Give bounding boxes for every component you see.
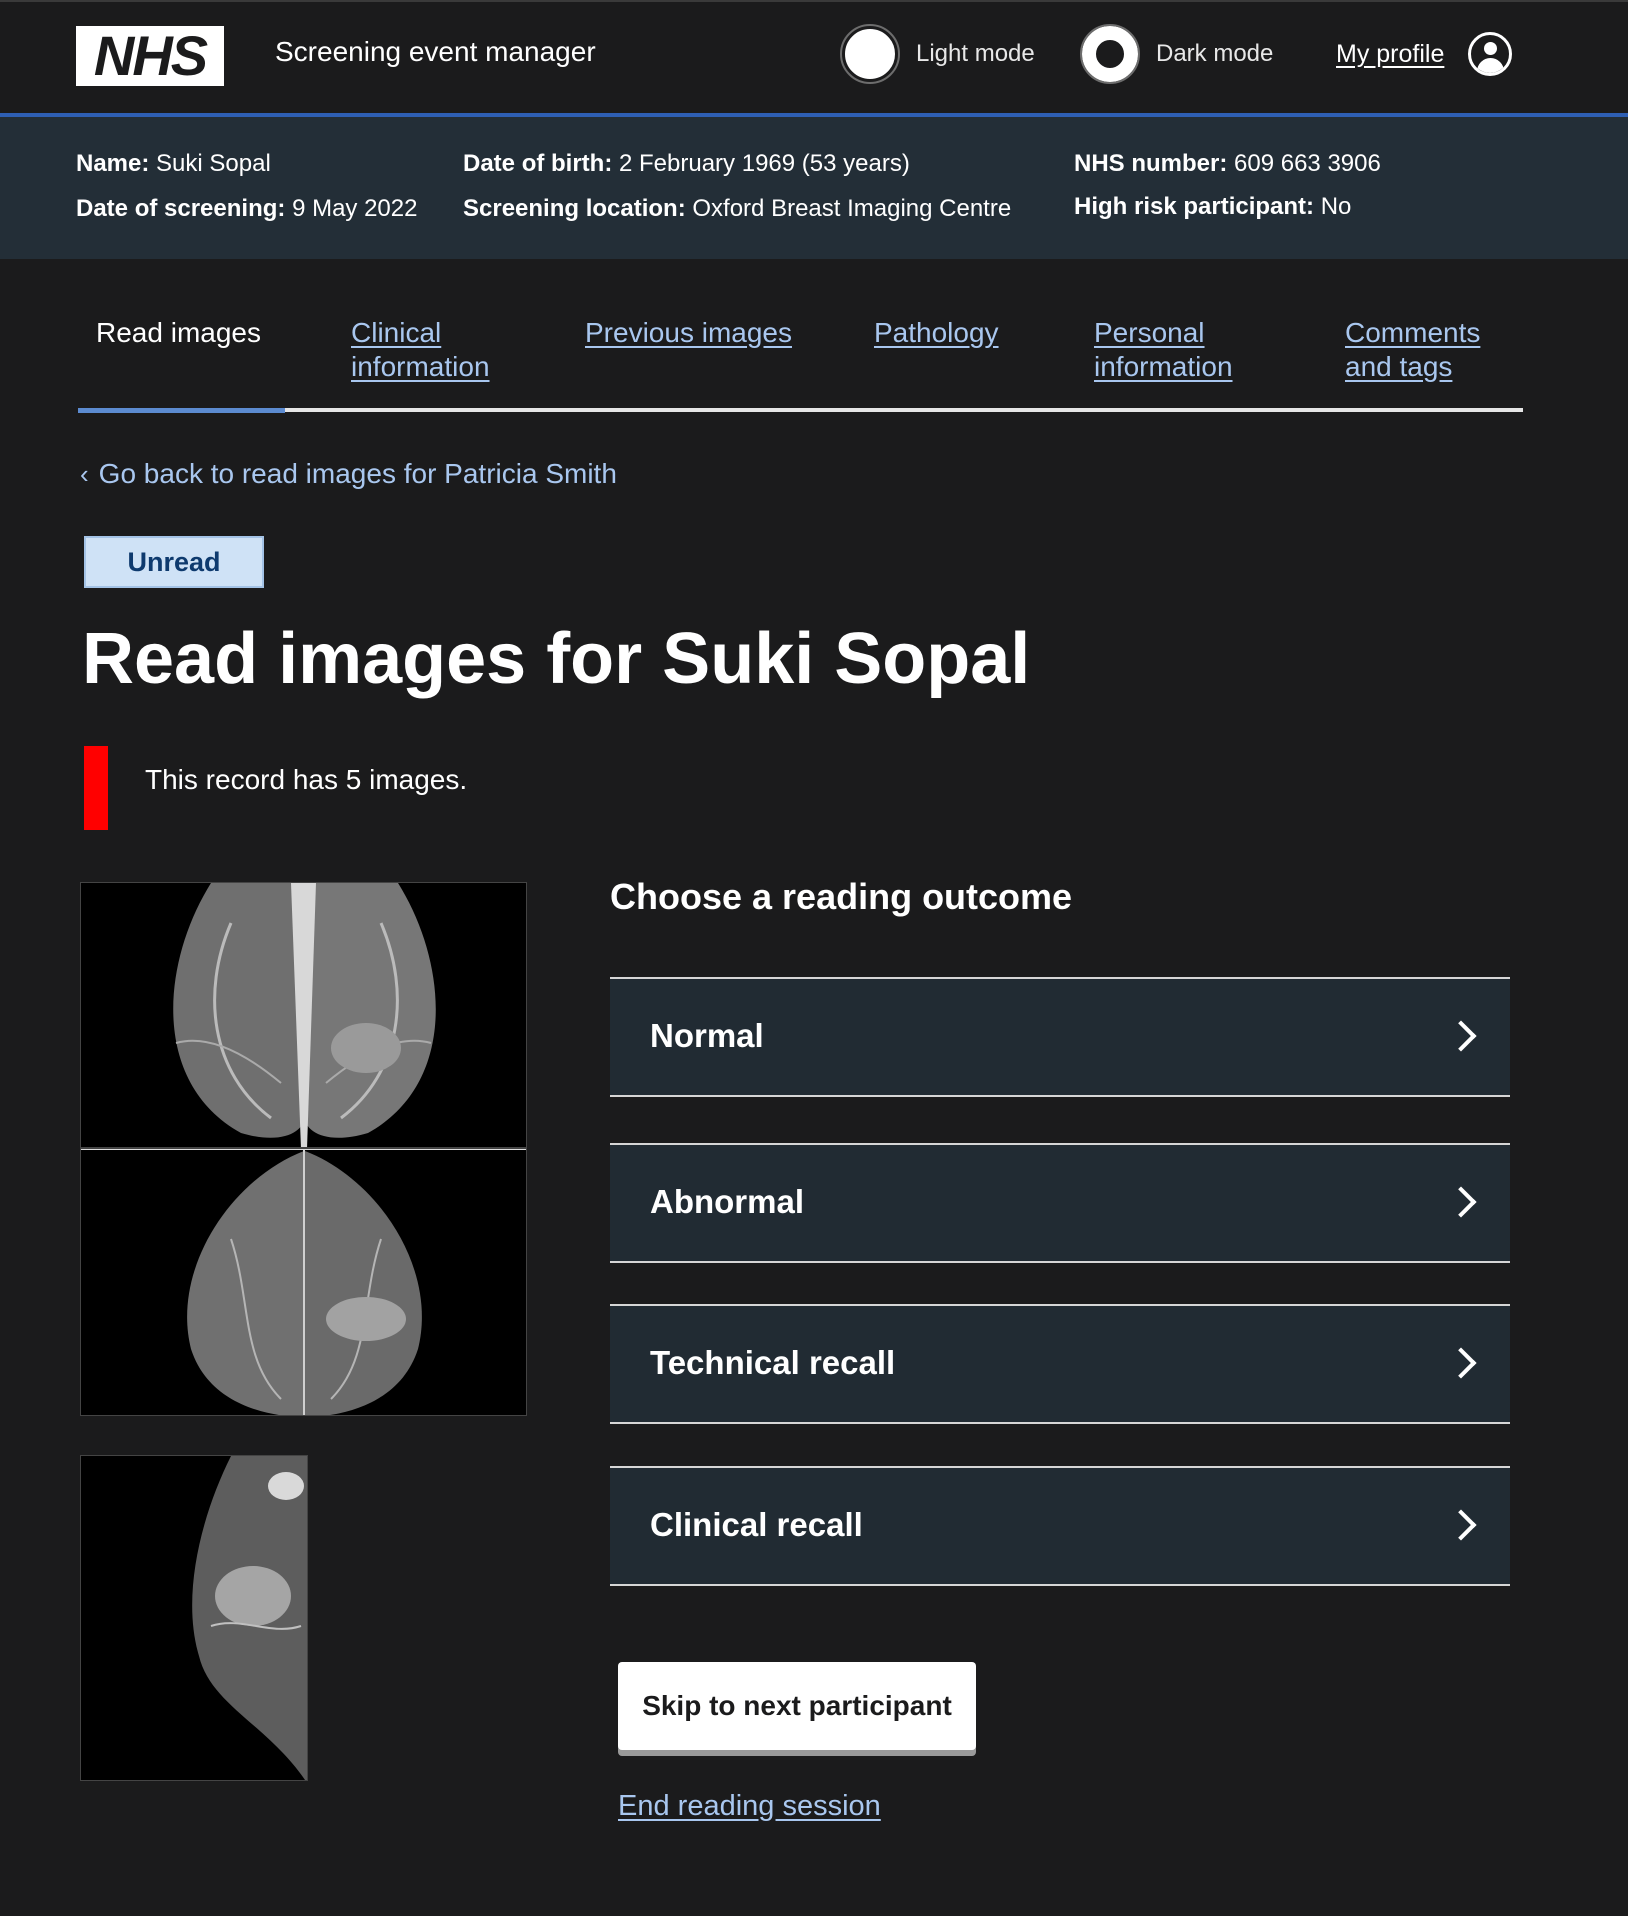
page-title: Read images for Suki Sopal bbox=[82, 619, 1031, 699]
chevron-left-icon: ‹ bbox=[80, 459, 89, 489]
tab-clinical-information[interactable]: Clinical information bbox=[351, 316, 490, 384]
tab-personal-information[interactable]: Personal information bbox=[1094, 316, 1233, 384]
outcome-label: Technical recall bbox=[650, 1344, 896, 1381]
nhs-logo[interactable]: NHS bbox=[76, 26, 224, 86]
back-link[interactable]: ‹ Go back to read images for Patricia Smi… bbox=[80, 458, 617, 490]
outcome-label: Clinical recall bbox=[650, 1506, 863, 1543]
screening-date: Date of screening: 9 May 2022 bbox=[76, 195, 418, 222]
outcome-label: Normal bbox=[650, 1017, 764, 1054]
dark-mode-toggle[interactable]: Dark mode bbox=[1080, 24, 1274, 84]
outcome-abnormal[interactable]: Abnormal bbox=[610, 1143, 1510, 1263]
chevron-right-icon bbox=[1445, 1020, 1477, 1052]
mammogram-image-cc-views[interactable] bbox=[80, 882, 527, 1148]
light-mode-label: Light mode bbox=[916, 40, 1035, 67]
chevron-right-icon bbox=[1445, 1347, 1477, 1379]
outcome-normal[interactable]: Normal bbox=[610, 977, 1510, 1097]
outcome-label: Abnormal bbox=[650, 1183, 805, 1220]
date-of-birth: Date of birth: 2 February 1969 (53 years… bbox=[463, 150, 910, 177]
dark-mode-label: Dark mode bbox=[1156, 40, 1274, 67]
site-header: NHS Screening event manager Light mode D… bbox=[0, 0, 1628, 117]
high-risk-participant: High risk participant: No bbox=[1074, 193, 1352, 220]
user-circle-icon[interactable] bbox=[1468, 32, 1512, 76]
outcome-clinical-recall[interactable]: Clinical recall bbox=[610, 1466, 1510, 1586]
status-badge: Unread bbox=[84, 536, 264, 588]
tab-comments-and-tags[interactable]: Comments and tags bbox=[1345, 316, 1480, 384]
tab-read-images[interactable]: Read images bbox=[96, 316, 261, 350]
end-reading-session-link[interactable]: End reading session bbox=[618, 1790, 881, 1823]
skip-participant-button[interactable]: Skip to next participant bbox=[618, 1662, 976, 1750]
tab-active-indicator bbox=[78, 408, 285, 413]
inset-text: This record has 5 images. bbox=[145, 764, 468, 795]
mammogram-image-single-view[interactable] bbox=[80, 1455, 308, 1781]
participant-banner: Name: Suki Sopal Date of screening: 9 Ma… bbox=[0, 117, 1628, 259]
my-profile-link[interactable]: My profile bbox=[1336, 40, 1444, 69]
outcome-technical-recall[interactable]: Technical recall bbox=[610, 1304, 1510, 1424]
mammogram-image-mlo-views[interactable] bbox=[80, 1148, 527, 1416]
nhs-number: NHS number: 609 663 3906 bbox=[1074, 150, 1381, 177]
chevron-right-icon bbox=[1445, 1186, 1477, 1218]
dark-mode-radio-icon[interactable] bbox=[1080, 24, 1140, 84]
light-mode-toggle[interactable]: Light mode bbox=[840, 24, 1035, 84]
tab-previous-images[interactable]: Previous images bbox=[585, 316, 792, 350]
light-mode-radio-icon[interactable] bbox=[840, 24, 900, 84]
tab-pathology[interactable]: Pathology bbox=[874, 316, 999, 350]
chevron-right-icon bbox=[1445, 1509, 1477, 1541]
screening-location: Screening location: Oxford Breast Imagin… bbox=[463, 195, 1012, 222]
participant-name: Name: Suki Sopal bbox=[76, 150, 271, 177]
service-name[interactable]: Screening event manager bbox=[275, 36, 596, 68]
inset-border bbox=[84, 746, 108, 830]
tab-list: Read images Clinical information Previous… bbox=[78, 300, 1523, 414]
tab-baseline bbox=[78, 408, 1523, 412]
reading-outcome-heading: Choose a reading outcome bbox=[610, 876, 1073, 917]
